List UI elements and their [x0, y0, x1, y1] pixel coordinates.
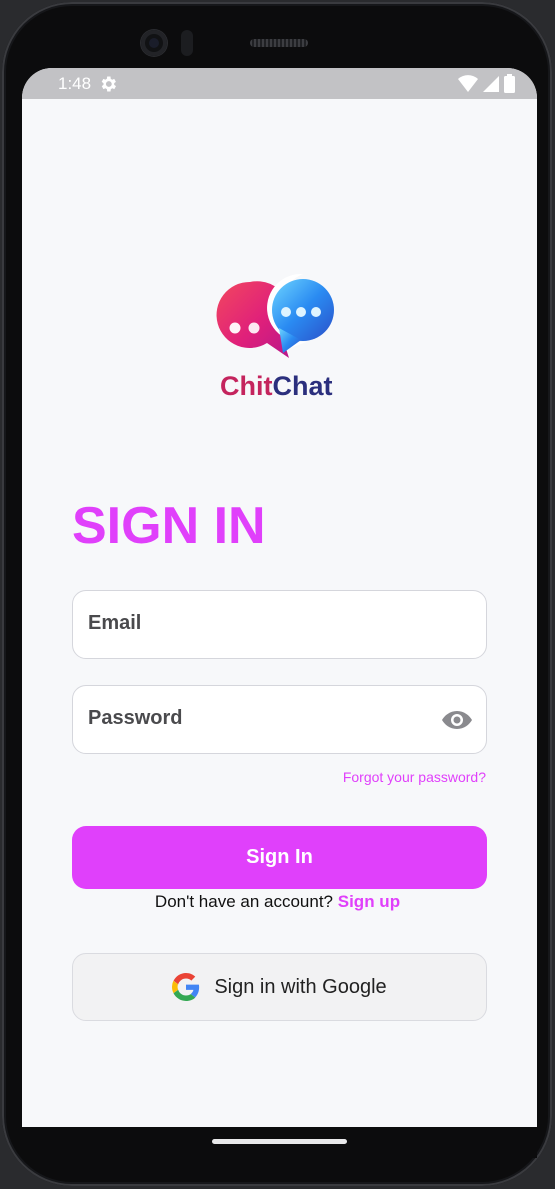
logo-text-chat: Chat — [272, 371, 333, 401]
page-title: SIGN IN — [72, 497, 266, 555]
system-icons — [458, 74, 515, 93]
settings-gear-icon — [101, 76, 116, 92]
earpiece-speaker — [250, 39, 308, 47]
google-button-label: Sign in with Google — [214, 975, 387, 998]
signup-prompt: Don't have an account? Sign up — [0, 892, 555, 912]
front-camera — [141, 30, 167, 56]
logo-text-chit: Chit — [220, 371, 273, 401]
forgot-password-link[interactable]: Forgot your password? — [343, 769, 486, 785]
email-field[interactable]: Email — [72, 590, 487, 659]
google-sign-in-button[interactable]: Sign in with Google — [72, 953, 487, 1021]
password-field[interactable]: Password — [72, 685, 487, 754]
status-time: 1:48 — [58, 74, 92, 93]
home-indicator[interactable] — [212, 1139, 347, 1144]
battery-icon — [504, 74, 515, 93]
sign-in-button[interactable]: Sign In — [72, 826, 487, 889]
email-label: Email — [88, 612, 142, 634]
proximity-sensor — [181, 30, 193, 56]
password-label: Password — [88, 707, 183, 729]
google-icon — [172, 973, 200, 1001]
phone-top-bezel — [0, 0, 555, 70]
eye-icon[interactable] — [442, 708, 472, 732]
wifi-icon — [458, 74, 478, 92]
logo-wordmark: ChitChat — [220, 371, 332, 402]
signal-icon — [483, 75, 499, 92]
no-account-text: Don't have an account? — [154, 892, 334, 911]
sign-up-link[interactable]: Sign up — [338, 892, 400, 911]
status-bar: 1:48 — [22, 68, 537, 99]
